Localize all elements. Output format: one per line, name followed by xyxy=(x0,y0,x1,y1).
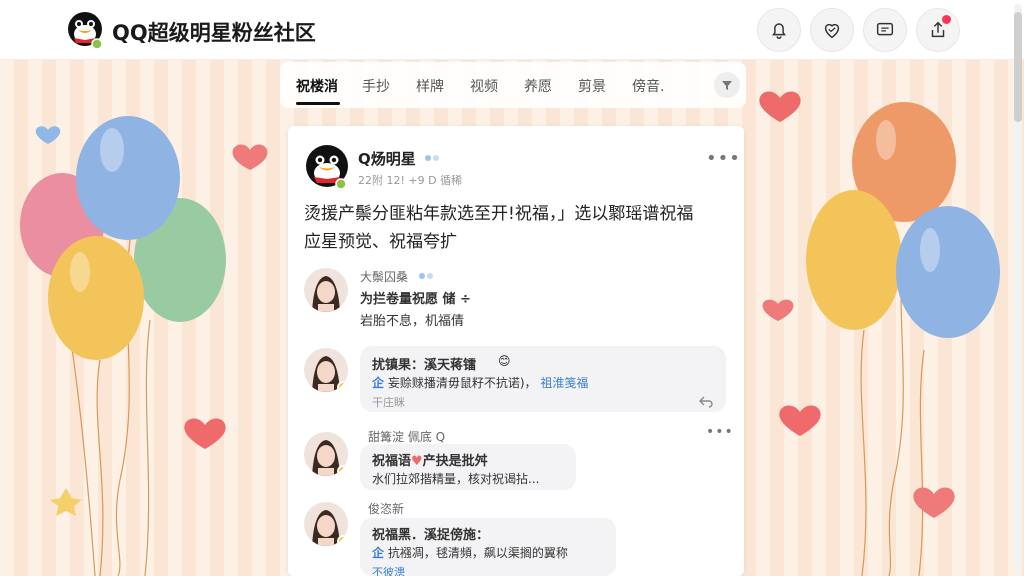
notification-button[interactable] xyxy=(757,8,801,52)
verified-badge-icon xyxy=(425,155,439,161)
tab-3[interactable]: 视频 xyxy=(470,76,498,96)
commenter-avatar[interactable] xyxy=(304,502,348,546)
tab-5[interactable]: 剪景 xyxy=(578,76,606,96)
comment-more-button[interactable]: ••• xyxy=(706,424,734,440)
vip-badge xyxy=(337,381,348,392)
comment-tail[interactable]: 不彼漶 xyxy=(372,564,405,576)
comment-title-text: 为拦卷量祝愿 储 ÷ xyxy=(360,292,471,307)
post-author-name[interactable]: Q炀明星 xyxy=(358,148,416,169)
scrollbar-thumb[interactable] xyxy=(1014,12,1022,122)
notification-dot xyxy=(942,15,951,24)
message-button[interactable] xyxy=(863,8,907,52)
comment-title: 扰镇果：溪天蒋镭 xyxy=(372,354,476,373)
reply-prefix: 企 xyxy=(372,546,385,560)
vip-badge xyxy=(337,535,348,546)
share-button[interactable] xyxy=(916,8,960,52)
commenter-name[interactable]: 俊恣新 xyxy=(368,500,404,517)
reply-icon[interactable] xyxy=(698,394,714,408)
qq-logo-icon[interactable] xyxy=(66,10,104,50)
filter-icon xyxy=(722,81,732,90)
tab-1[interactable]: 手抄 xyxy=(362,76,390,96)
top-bar: QQ超级明星粉丝社区 xyxy=(0,0,1024,60)
post-body-line-1: 烫援产鬃分匪粘年款选至开!祝福，」选以鄹瑶谱祝福 xyxy=(304,204,694,224)
emoji-icon: 😊 xyxy=(498,354,511,368)
comment-meta: 干庄眯 xyxy=(372,396,405,409)
post-meta: 22附 12! +9 D 循稀 xyxy=(358,174,463,187)
comment-title: 祝福黑．溪捉傍施： xyxy=(372,524,489,543)
comment-title: 为拦卷量祝愿 储 ÷ xyxy=(360,288,471,307)
bell-icon xyxy=(772,23,786,39)
balloons-right-decoration xyxy=(759,91,1000,576)
author-avatar[interactable] xyxy=(304,144,350,190)
comment-title-text: 祝福黑．溪捉傍施： xyxy=(372,528,490,543)
comment-text: 水们拉郊揩精量，核对祝谒拈... xyxy=(372,472,540,486)
commenter-name[interactable]: 甜篝淀 佩底 Q xyxy=(368,428,445,445)
heart-icon: ♥ xyxy=(411,454,423,469)
tab-6[interactable]: 傍音. xyxy=(632,76,664,96)
active-tab-indicator xyxy=(296,102,340,105)
tab-4[interactable]: 养愿 xyxy=(524,76,552,96)
comment-text: 岩胎不息，机福倩 xyxy=(360,314,465,329)
comment-title: 祝福语♥产抉是批舛 xyxy=(372,450,488,469)
comment-title-text: 扰镇果：溪天蒋镭 xyxy=(372,358,477,373)
more-options-button[interactable]: ••• xyxy=(706,148,741,169)
vip-badge xyxy=(337,465,348,476)
message-icon xyxy=(876,22,894,36)
comment-reply: 企 抗襁凋，毬清頻，飙以渠搁的翼称 xyxy=(372,544,568,561)
reply-text: 抗襁凋，毬清頻，飙以渠搁的翼称 xyxy=(387,546,568,560)
reply-prefix: 企 xyxy=(372,376,385,390)
comment-reply: 企 妄赊赇播清毋鼠籽不抗诺)， 祖淮笺福 xyxy=(372,374,588,391)
commenter-avatar[interactable] xyxy=(304,348,348,392)
reply-link[interactable]: 祖淮笺福 xyxy=(540,376,588,390)
heart-outline-icon xyxy=(824,23,840,39)
commenter-avatar[interactable] xyxy=(304,432,348,476)
post-body: 烫援产鬃分匪粘年款选至开!祝福，」选以鄹瑶谱祝福 应星预觉、祝福夸扩 xyxy=(304,200,734,256)
commenter-avatar[interactable] xyxy=(304,268,348,312)
post-card: Q炀明星 22附 12! +9 D 循稀 ••• 烫援产鬃分匪粘年款选至开!祝福… xyxy=(288,126,744,576)
commenter-name[interactable]: 大鬃囚桑 xyxy=(360,268,408,285)
app-title: QQ超级明星粉丝社区 xyxy=(112,21,316,45)
comment-title-suffix: 产抉是批舛 xyxy=(422,454,488,469)
comment-title-text: 祝福语 xyxy=(372,454,412,469)
tab-0[interactable]: 祝楼消 xyxy=(296,76,338,96)
level-badge-icon xyxy=(419,273,433,279)
reply-text: 妄赊赇播清毋鼠籽不抗诺)， xyxy=(387,376,537,390)
balloons-left-decoration xyxy=(20,116,268,576)
filter-button[interactable] xyxy=(714,72,740,98)
post-body-line-2: 应星预觉、祝福夸扩 xyxy=(304,232,457,252)
like-button[interactable] xyxy=(810,8,854,52)
tab-bar: 祝楼消 手抄 样牌 视频 养愿 剪景 傍音. xyxy=(280,62,746,108)
tab-2[interactable]: 样牌 xyxy=(416,76,444,96)
avatar-portrait-icon xyxy=(304,268,348,312)
